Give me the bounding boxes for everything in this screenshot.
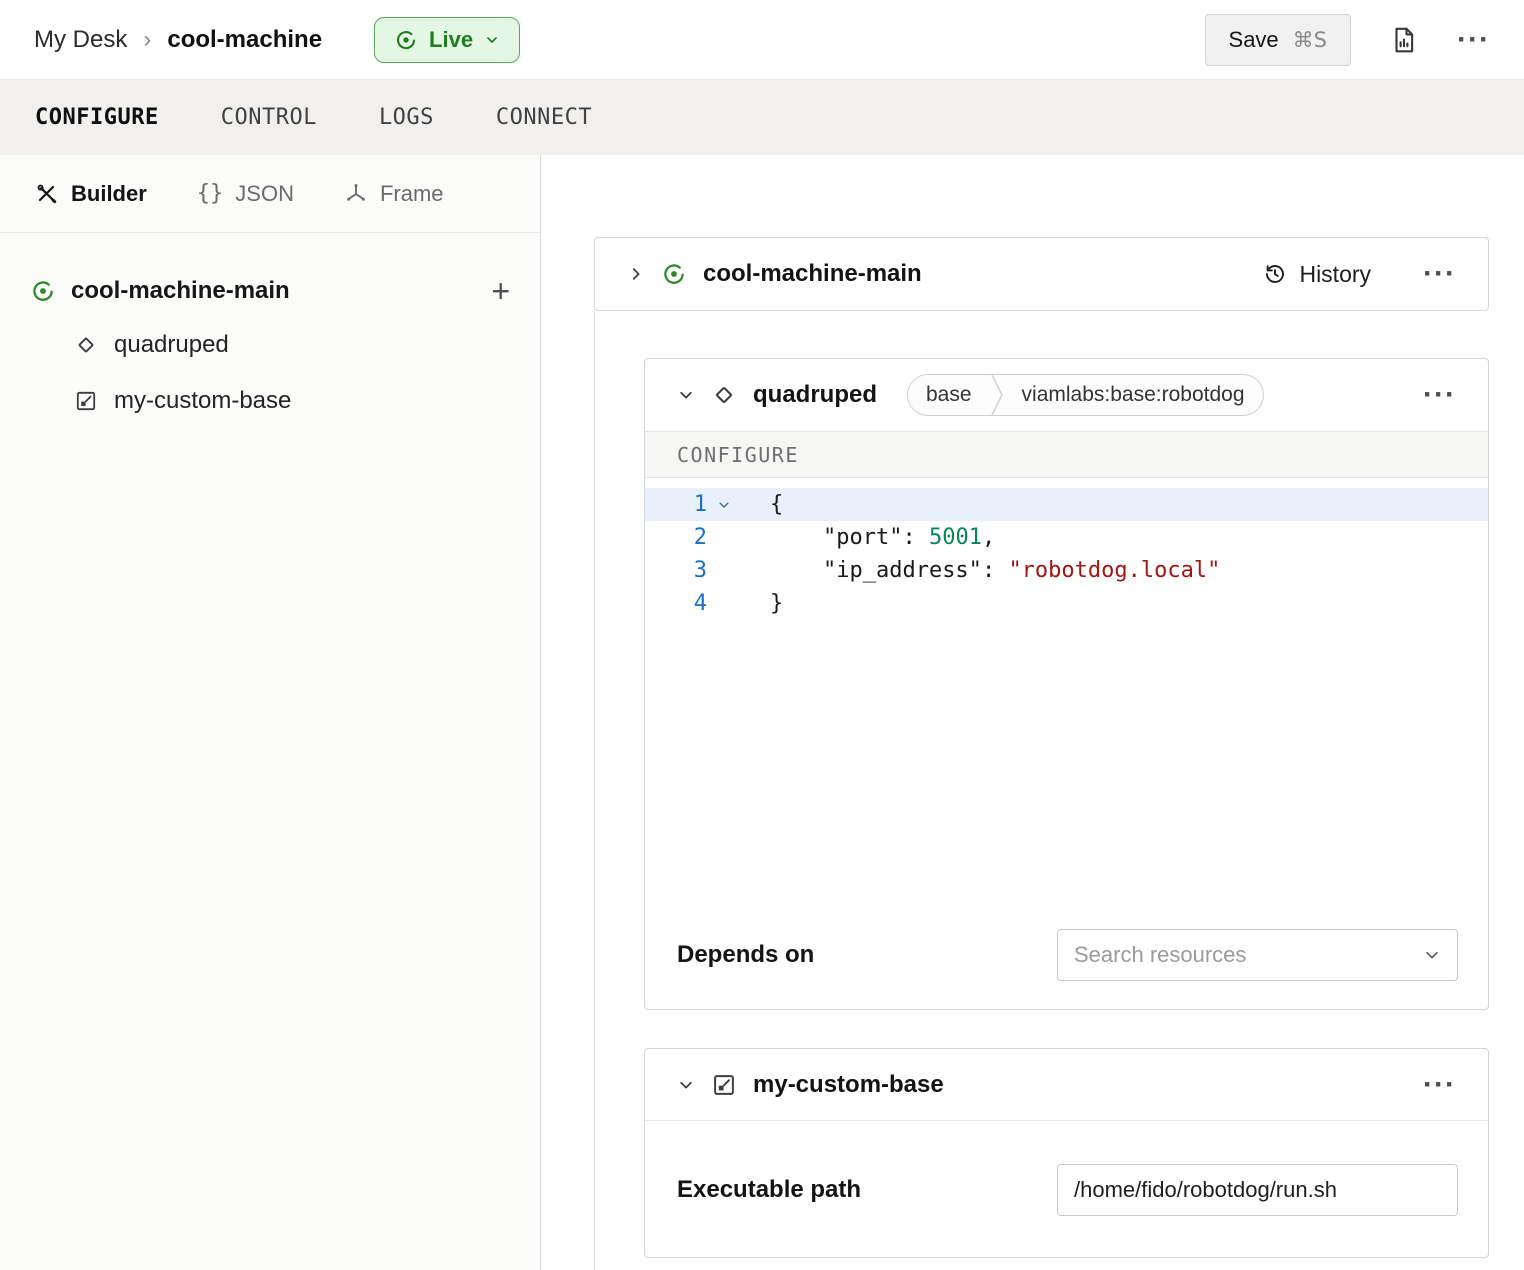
module-settings: Executable path bbox=[645, 1121, 1488, 1258]
resource-tree: cool-machine-main + quadruped bbox=[0, 233, 540, 429]
depends-on-label: Depends on bbox=[677, 941, 814, 969]
component-type-model-badge: base viamlabs:base:robotdog bbox=[907, 374, 1264, 416]
quadruped-component-card: quadruped base viamlabs:base:robotdog ··… bbox=[644, 358, 1489, 1010]
executable-path-label: Executable path bbox=[677, 1176, 861, 1204]
machine-nav-tabs: CONFIGURE CONTROL LOGS CONNECT bbox=[0, 80, 1524, 155]
chevron-down-icon[interactable] bbox=[1423, 946, 1441, 964]
component-card-title: quadruped bbox=[753, 381, 877, 409]
mode-builder-label: Builder bbox=[71, 181, 147, 207]
mode-frame[interactable]: Frame bbox=[344, 181, 444, 207]
chevron-down-icon[interactable] bbox=[677, 1076, 695, 1094]
code-line[interactable]: 4 } bbox=[645, 587, 1488, 620]
component-model: viamlabs:base:robotdog bbox=[1004, 375, 1263, 415]
tree-item-label: quadruped bbox=[114, 331, 229, 359]
depends-on-search-field[interactable] bbox=[1057, 929, 1458, 981]
breadcrumb-machine-name: cool-machine bbox=[167, 26, 322, 54]
machine-part-card: cool-machine-main History ··· bbox=[594, 237, 1489, 311]
component-diamond-icon bbox=[74, 333, 98, 357]
chevron-down-icon bbox=[484, 32, 500, 48]
tab-control[interactable]: CONTROL bbox=[221, 105, 317, 130]
component-more-menu[interactable]: ··· bbox=[1423, 380, 1456, 410]
line-number: 4 bbox=[645, 591, 707, 616]
config-mode-switcher: Builder {} JSON Frame bbox=[0, 155, 540, 233]
module-card-title: my-custom-base bbox=[753, 1071, 944, 1099]
executable-path-input[interactable] bbox=[1074, 1177, 1441, 1203]
code-line[interactable]: 1 { bbox=[645, 488, 1488, 521]
chevron-down-icon[interactable] bbox=[677, 386, 695, 404]
machine-part-name: cool-machine-main bbox=[71, 277, 290, 305]
executable-path-field[interactable] bbox=[1057, 1164, 1458, 1216]
braces-icon: {} bbox=[197, 181, 224, 206]
live-status-label: Live bbox=[429, 27, 473, 53]
hierarchy-connector-line bbox=[594, 311, 595, 1270]
component-diamond-icon bbox=[711, 382, 737, 408]
chevron-right-icon[interactable] bbox=[627, 265, 645, 283]
live-status-dropdown[interactable]: Live bbox=[374, 17, 520, 63]
tree-item-my-custom-base[interactable]: my-custom-base bbox=[74, 373, 510, 429]
machine-part-icon bbox=[30, 278, 56, 304]
save-button[interactable]: Save ⌘S bbox=[1205, 14, 1352, 66]
local-module-icon bbox=[74, 389, 98, 413]
app-header: My Desk › cool-machine Live Save ⌘S ·· bbox=[0, 0, 1524, 80]
component-type: base bbox=[908, 375, 990, 415]
breadcrumb: My Desk › cool-machine bbox=[34, 26, 322, 54]
config-sidebar: Builder {} JSON Frame bbox=[0, 155, 541, 1270]
mode-json-label: JSON bbox=[235, 181, 294, 207]
frame-axes-icon bbox=[344, 182, 368, 206]
local-module-icon bbox=[711, 1072, 737, 1098]
machine-part-more-menu[interactable]: ··· bbox=[1423, 259, 1456, 289]
config-json-editor[interactable]: 1 { 2 "port": 5001, bbox=[645, 478, 1488, 929]
depends-on-section: Depends on bbox=[645, 929, 1488, 1009]
tab-connect[interactable]: CONNECT bbox=[496, 105, 592, 130]
tab-configure[interactable]: CONFIGURE bbox=[35, 105, 159, 130]
mode-json[interactable]: {} JSON bbox=[197, 181, 294, 207]
machine-part-icon bbox=[661, 261, 687, 287]
history-label: History bbox=[1299, 261, 1371, 288]
config-main-panel: cool-machine-main History ··· bbox=[541, 155, 1524, 1270]
header-actions: Save ⌘S ··· bbox=[1205, 14, 1490, 66]
mode-builder[interactable]: Builder bbox=[35, 181, 147, 207]
line-number: 1 bbox=[645, 492, 707, 517]
machine-part-card-title: cool-machine-main bbox=[703, 260, 922, 288]
save-button-label: Save bbox=[1229, 27, 1279, 53]
mode-frame-label: Frame bbox=[380, 181, 444, 207]
breadcrumb-parent-link[interactable]: My Desk bbox=[34, 26, 127, 54]
live-broadcast-icon bbox=[394, 28, 418, 52]
history-button[interactable]: History bbox=[1263, 261, 1371, 288]
code-line[interactable]: 2 "port": 5001, bbox=[645, 521, 1488, 554]
breadcrumb-separator: › bbox=[143, 26, 151, 54]
save-shortcut-hint: ⌘S bbox=[1293, 28, 1327, 52]
my-custom-base-card: my-custom-base ··· Executable path bbox=[644, 1048, 1489, 1258]
line-number: 2 bbox=[645, 525, 707, 550]
tree-item-quadruped[interactable]: quadruped bbox=[74, 317, 510, 373]
tree-item-machine-part[interactable]: cool-machine-main + bbox=[30, 265, 510, 317]
tree-item-label: my-custom-base bbox=[114, 387, 291, 415]
line-number: 3 bbox=[645, 558, 707, 583]
add-resource-button[interactable]: + bbox=[491, 275, 510, 307]
tools-icon bbox=[35, 182, 59, 206]
configure-section-header: CONFIGURE bbox=[645, 431, 1488, 478]
content-area: Builder {} JSON Frame bbox=[0, 155, 1524, 1270]
module-more-menu[interactable]: ··· bbox=[1423, 1070, 1456, 1100]
code-line[interactable]: 3 "ip_address": "robotdog.local" bbox=[645, 554, 1488, 587]
fold-chevron-icon[interactable] bbox=[707, 498, 763, 512]
header-more-menu[interactable]: ··· bbox=[1457, 25, 1490, 55]
badge-separator bbox=[990, 375, 1004, 415]
tab-logs[interactable]: LOGS bbox=[379, 105, 434, 130]
machine-report-icon[interactable] bbox=[1389, 25, 1419, 55]
search-resources-input[interactable] bbox=[1074, 942, 1415, 968]
